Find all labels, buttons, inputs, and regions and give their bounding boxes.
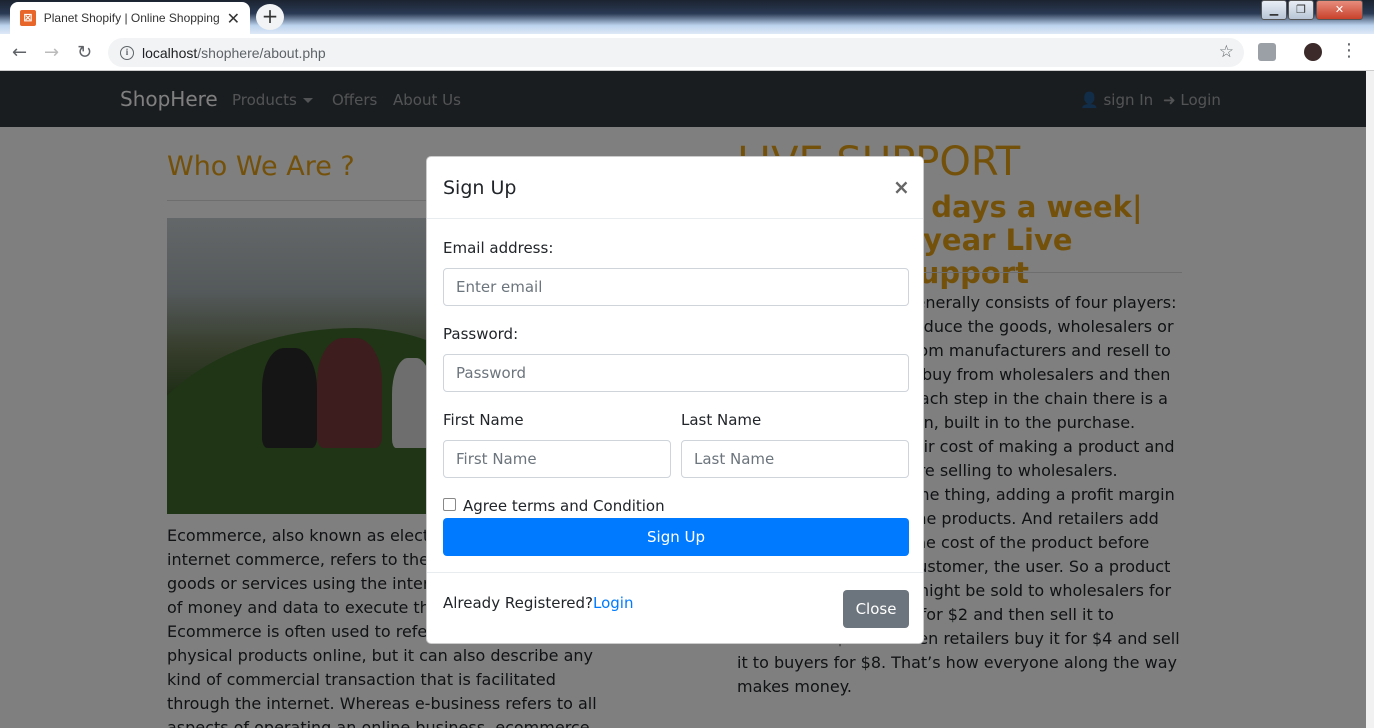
tab-title: Planet Shopify | Online Shopping bbox=[43, 11, 220, 25]
email-label: Email address: bbox=[443, 239, 554, 257]
window-close-button[interactable]: ✕ bbox=[1316, 0, 1363, 20]
password-field[interactable] bbox=[443, 354, 909, 392]
modal-header: Sign Up × bbox=[427, 157, 923, 219]
address-bar-row: ← → ↻ i localhost/shophere/about.php ☆ ⋮ bbox=[0, 34, 1374, 71]
first-name-field[interactable] bbox=[443, 440, 671, 478]
url-path: /shophere/about.php bbox=[197, 44, 326, 61]
bookmark-star-icon[interactable]: ☆ bbox=[1219, 42, 1234, 62]
first-name-label: First Name bbox=[443, 411, 524, 429]
browser-titlebar: ⊠ Planet Shopify | Online Shopping ✕ + ▁… bbox=[0, 0, 1374, 34]
last-name-label: Last Name bbox=[681, 411, 762, 429]
modal-title: Sign Up bbox=[443, 177, 517, 199]
signup-button[interactable]: Sign Up bbox=[443, 518, 909, 556]
password-label: Password: bbox=[443, 325, 519, 343]
signup-modal: Sign Up × Email address: Password: First… bbox=[426, 156, 924, 644]
url-field[interactable]: i localhost/shophere/about.php ☆ bbox=[108, 38, 1244, 67]
close-icon[interactable]: × bbox=[893, 175, 910, 199]
url-host: localhost bbox=[142, 44, 198, 61]
maximize-button[interactable]: ❐ bbox=[1288, 0, 1314, 20]
minimize-button[interactable]: ▁ bbox=[1261, 0, 1287, 20]
browser-tab[interactable]: ⊠ Planet Shopify | Online Shopping ✕ bbox=[10, 2, 250, 34]
already-registered-text: Already Registered? bbox=[443, 594, 593, 612]
close-tab-icon[interactable]: ✕ bbox=[227, 9, 240, 28]
email-field[interactable] bbox=[443, 268, 909, 306]
back-arrow-icon[interactable]: ← bbox=[12, 42, 27, 63]
forward-arrow-icon[interactable]: → bbox=[44, 42, 59, 63]
agree-label: Agree terms and Condition bbox=[463, 497, 665, 515]
url-text: localhost/shophere/about.php bbox=[142, 45, 326, 61]
reload-icon[interactable]: ↻ bbox=[77, 42, 92, 63]
scrollbar[interactable] bbox=[1366, 71, 1374, 728]
last-name-field[interactable] bbox=[681, 440, 909, 478]
profile-avatar[interactable] bbox=[1304, 43, 1322, 61]
login-link[interactable]: Login bbox=[593, 594, 633, 612]
browser-menu-icon[interactable]: ⋮ bbox=[1340, 40, 1358, 61]
extension-icon[interactable] bbox=[1258, 43, 1276, 61]
close-button[interactable]: Close bbox=[843, 590, 909, 628]
page-viewport: ShopHere Products Offers About Us 👤 sign… bbox=[0, 71, 1366, 728]
xampp-icon: ⊠ bbox=[20, 10, 36, 26]
info-icon[interactable]: i bbox=[120, 45, 134, 60]
new-tab-button[interactable]: + bbox=[256, 4, 284, 30]
modal-footer-divider bbox=[427, 572, 923, 573]
agree-checkbox[interactable] bbox=[443, 498, 456, 511]
already-registered: Already Registered?Login bbox=[443, 594, 633, 612]
